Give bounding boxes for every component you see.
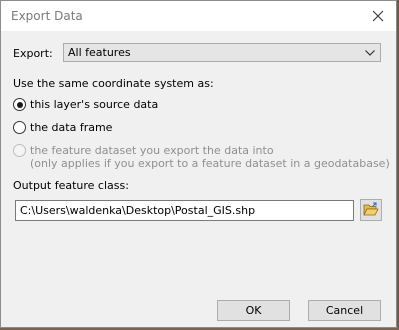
open-folder-icon xyxy=(363,202,379,216)
export-select-value: All features xyxy=(68,46,131,59)
chevron-down-icon xyxy=(365,50,375,56)
export-data-dialog: Export Data Export: All features Use the… xyxy=(0,0,397,328)
ok-button[interactable]: OK xyxy=(217,300,290,321)
radio-feature-dataset-note: (only applies if you export to a feature… xyxy=(30,157,390,170)
radio-button[interactable] xyxy=(13,121,26,134)
close-button[interactable] xyxy=(364,3,392,29)
radio-data-frame-label: the data frame xyxy=(30,121,113,134)
radio-source-data-label: this layer's source data xyxy=(30,98,159,111)
title-bar[interactable]: Export Data xyxy=(1,1,396,31)
browse-button[interactable] xyxy=(360,199,382,221)
radio-feature-dataset-label: the feature dataset you export the data … xyxy=(30,144,274,157)
export-select[interactable]: All features xyxy=(63,43,381,62)
cancel-button[interactable]: Cancel xyxy=(308,300,381,321)
output-path-input[interactable]: C:\Users\waldenka\Desktop\Postal_GIS.shp xyxy=(15,200,354,221)
coordinate-system-heading: Use the same coordinate system as: xyxy=(13,77,214,90)
close-icon xyxy=(372,10,384,22)
radio-button-disabled xyxy=(13,144,26,157)
radio-button-checked[interactable] xyxy=(13,98,26,111)
dialog-title: Export Data xyxy=(11,9,83,23)
export-label: Export: xyxy=(13,47,53,60)
output-feature-class-label: Output feature class: xyxy=(13,179,129,192)
